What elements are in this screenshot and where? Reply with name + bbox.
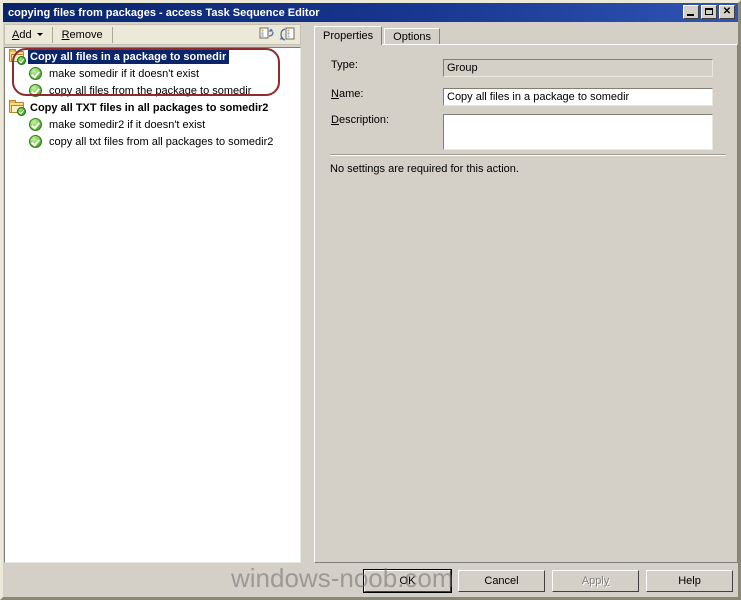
- toolbar-separator-2: [111, 26, 113, 43]
- tab-properties-label: Properties: [323, 30, 374, 42]
- properties-pane: Type: Group Name: Copy all files in a pa…: [314, 44, 738, 563]
- tree-item-action-1-2[interactable]: copy all files from the package to somed…: [5, 82, 300, 99]
- type-row: Type: Group: [331, 59, 713, 77]
- tree-item-label: copy all txt files from all packages to …: [49, 135, 274, 148]
- tab-options[interactable]: Options: [384, 28, 441, 45]
- chevron-down-icon: [36, 33, 43, 36]
- green-check-icon: [29, 118, 42, 131]
- maximize-icon: [705, 8, 713, 15]
- tab-properties[interactable]: Properties: [314, 26, 383, 45]
- tree-item-label: Copy all TXT files in all packages to so…: [30, 101, 269, 114]
- apply-button: Apply: [552, 570, 639, 592]
- help-button-label: Help: [678, 575, 701, 587]
- minimize-icon: [687, 14, 694, 16]
- section-divider: [330, 154, 726, 156]
- tree-item-label: make somedir2 if it doesn't exist: [49, 118, 206, 131]
- tree-item-label: make somedir if it doesn't exist: [49, 67, 200, 80]
- add-button-label: Add: [12, 28, 32, 41]
- tree-toolbar: Add Remove: [4, 24, 301, 45]
- tree-item-group-1[interactable]: Copy all files in a package to somedir: [5, 48, 300, 65]
- apply-button-label: Apply: [581, 575, 610, 587]
- tree-item-action-1-1[interactable]: make somedir if it doesn't exist: [5, 65, 300, 82]
- maximize-button[interactable]: [701, 5, 717, 19]
- tab-options-label: Options: [393, 31, 432, 43]
- cancel-button-label: Cancel: [484, 575, 519, 587]
- indent-action-icon[interactable]: [258, 26, 275, 43]
- toolbar-separator: [51, 26, 53, 43]
- window-controls: ✕: [683, 5, 735, 19]
- description-label: Description:: [331, 114, 390, 126]
- type-field: Group: [443, 59, 713, 77]
- folder-check-icon: [9, 100, 26, 116]
- tree-item-label: Copy all files in a package to somedir: [28, 49, 230, 64]
- folder-check-icon: [9, 49, 26, 65]
- type-label: Type:: [331, 59, 358, 71]
- name-row: Name: Copy all files in a package to som…: [331, 88, 713, 106]
- help-button[interactable]: Help: [646, 570, 733, 592]
- move-action-icon[interactable]: [279, 26, 296, 43]
- no-settings-note: No settings are required for this action…: [330, 163, 519, 175]
- cancel-button[interactable]: Cancel: [458, 570, 545, 592]
- minimize-button[interactable]: [683, 5, 699, 19]
- tab-strip: Properties Options: [314, 26, 441, 45]
- green-check-icon: [29, 135, 42, 148]
- task-sequence-editor-window: copying files from packages - access Tas…: [0, 0, 741, 600]
- description-input[interactable]: [443, 114, 713, 150]
- name-label: Name:: [331, 88, 364, 100]
- tree-item-action-2-1[interactable]: make somedir2 if it doesn't exist: [5, 116, 300, 133]
- window-title: copying files from packages - access Tas…: [8, 6, 320, 19]
- close-icon: ✕: [722, 6, 732, 17]
- green-check-icon: [29, 84, 42, 97]
- task-sequence-tree[interactable]: Copy all files in a package to somedir m…: [4, 47, 301, 563]
- ok-button[interactable]: OK: [363, 569, 452, 593]
- toolbar-right-group: [258, 26, 300, 43]
- remove-button[interactable]: Remove: [55, 26, 110, 44]
- title-bar[interactable]: copying files from packages - access Tas…: [3, 3, 738, 22]
- tree-item-group-2[interactable]: Copy all TXT files in all packages to so…: [5, 99, 300, 116]
- close-button[interactable]: ✕: [719, 5, 735, 19]
- tree-item-label: copy all files from the package to somed…: [49, 84, 252, 97]
- green-check-icon: [29, 67, 42, 80]
- description-row: Description:: [331, 114, 713, 150]
- add-button[interactable]: Add: [5, 26, 50, 44]
- name-input[interactable]: Copy all files in a package to somedir: [443, 88, 713, 106]
- ok-button-label: OK: [399, 575, 416, 587]
- remove-button-label: Remove: [61, 28, 103, 41]
- tree-item-action-2-2[interactable]: copy all txt files from all packages to …: [5, 133, 300, 150]
